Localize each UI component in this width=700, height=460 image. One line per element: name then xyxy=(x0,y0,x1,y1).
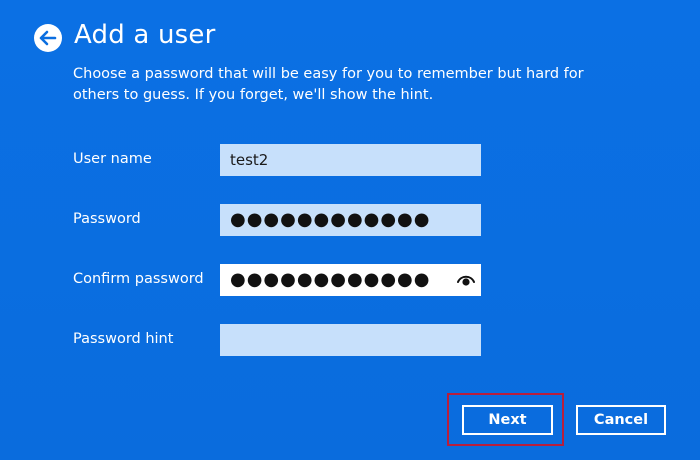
password-label: Password xyxy=(73,211,141,227)
password-field[interactable]: ●●●●●●●●●●●● xyxy=(220,204,481,236)
back-button[interactable] xyxy=(34,24,62,52)
confirm-password-label: Confirm password xyxy=(73,271,204,287)
add-user-page: Add a user Choose a password that will b… xyxy=(0,0,700,460)
username-row: User name test2 xyxy=(73,144,493,176)
page-title: Add a user xyxy=(74,20,216,50)
confirm-password-row: Confirm password ●●●●●●●●●●●● xyxy=(73,264,493,296)
next-button[interactable]: Next xyxy=(462,405,553,435)
confirm-password-value: ●●●●●●●●●●●● xyxy=(230,269,431,290)
back-arrow-icon xyxy=(39,30,57,46)
password-row: Password ●●●●●●●●●●●● xyxy=(73,204,493,236)
password-hint-row: Password hint xyxy=(73,324,493,356)
username-value: test2 xyxy=(230,151,269,169)
password-value: ●●●●●●●●●●●● xyxy=(230,209,431,230)
confirm-password-field[interactable]: ●●●●●●●●●●●● xyxy=(220,264,481,296)
password-hint-label: Password hint xyxy=(73,331,174,347)
page-description: Choose a password that will be easy for … xyxy=(73,66,584,103)
cancel-button[interactable]: Cancel xyxy=(576,405,666,435)
username-field[interactable]: test2 xyxy=(220,144,481,176)
username-label: User name xyxy=(73,151,152,167)
eye-icon[interactable] xyxy=(457,272,475,288)
password-hint-field[interactable] xyxy=(220,324,481,356)
